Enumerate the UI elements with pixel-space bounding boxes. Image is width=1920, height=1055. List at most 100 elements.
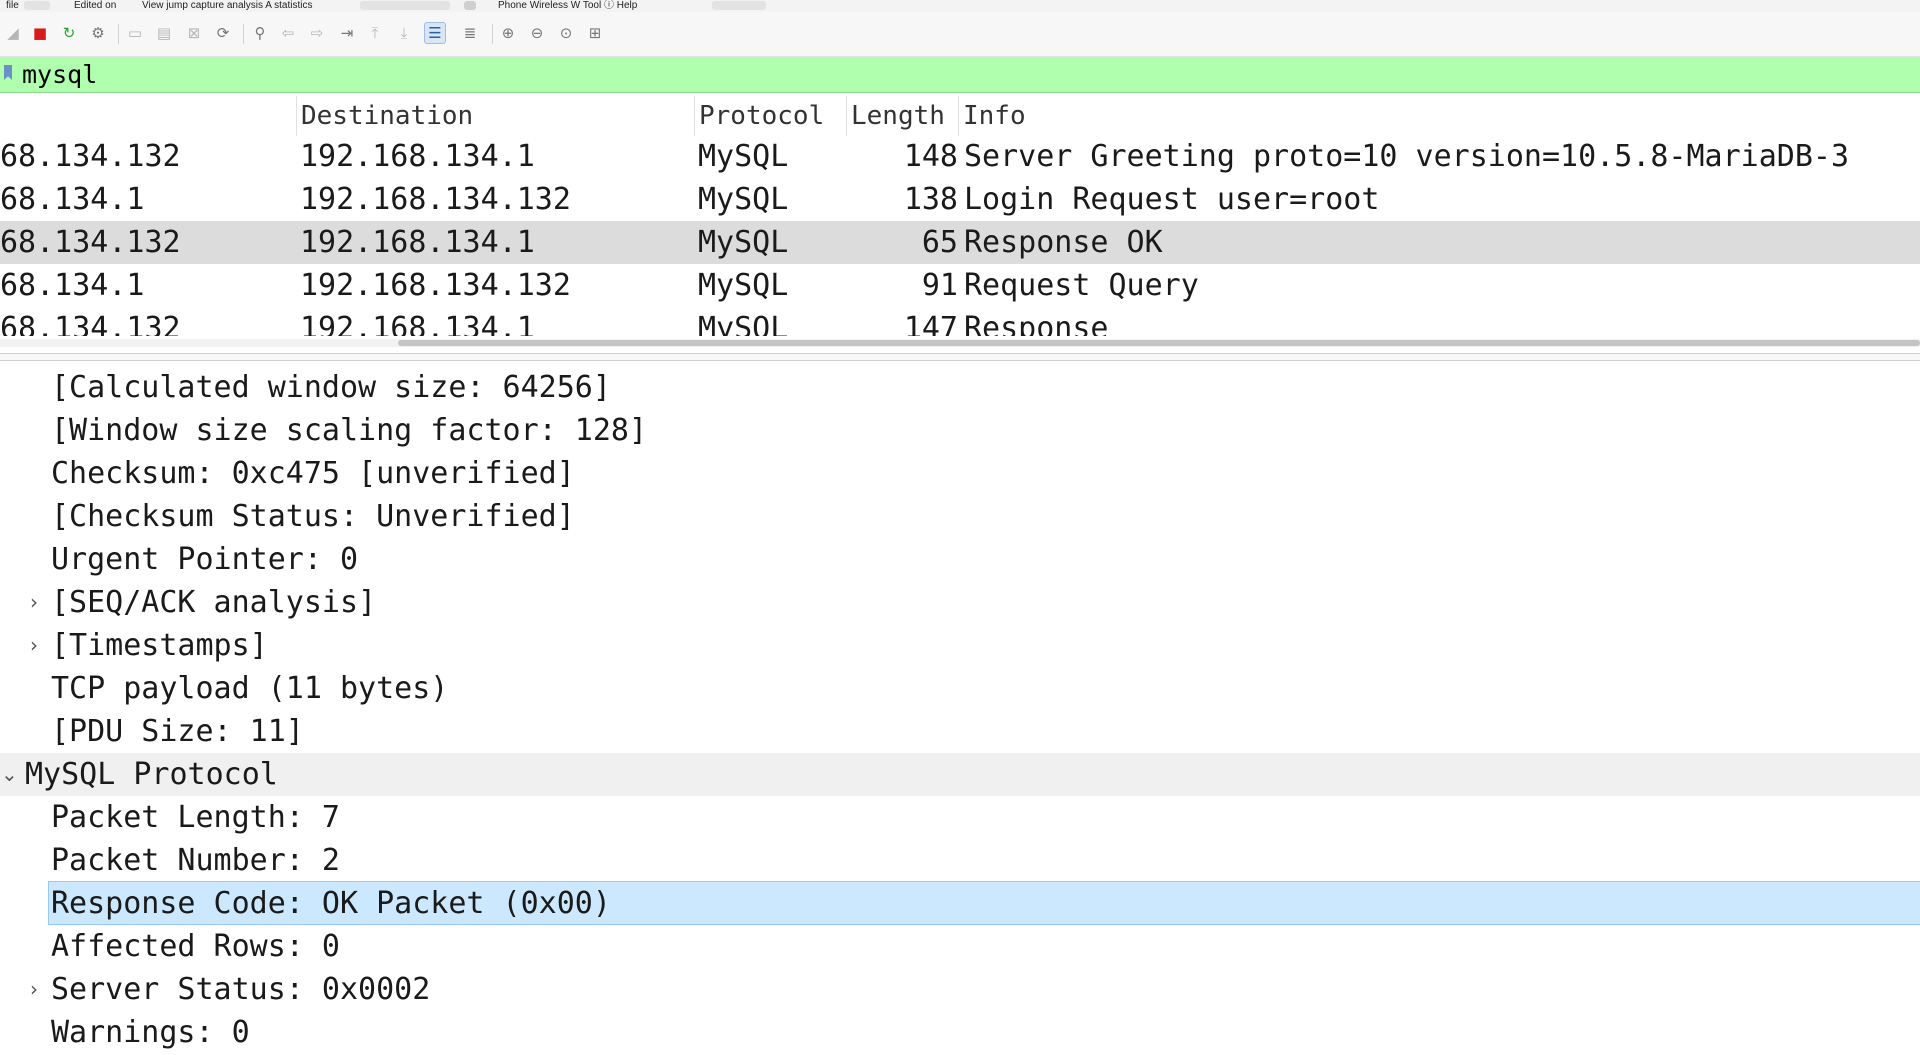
- close-file-icon[interactable]: ⊠: [183, 22, 205, 44]
- packet-source: 68.134.132: [0, 311, 181, 336]
- reload-icon[interactable]: ⟳: [212, 22, 234, 44]
- packet-row[interactable]: 68.134.1 192.168.134.132 MySQL 91 Reques…: [0, 264, 1920, 307]
- detail-row[interactable]: Packet Length: 7: [0, 796, 1920, 839]
- detail-row[interactable]: TCP payload (11 bytes): [0, 667, 1920, 710]
- zoom-reset-icon[interactable]: ⊙: [555, 22, 577, 44]
- go-to-packet-icon[interactable]: ⇥: [336, 22, 358, 44]
- go-forward-icon[interactable]: ⇨: [306, 22, 328, 44]
- autoscroll-icon[interactable]: ☰: [424, 22, 446, 44]
- packet-destination: 192.168.134.1: [300, 139, 535, 174]
- detail-text: Checksum: 0xc475 [unverified]: [51, 456, 575, 491]
- toolbar-separator: [118, 24, 119, 44]
- toolbar-separator: [243, 24, 244, 44]
- capture-options-icon[interactable]: ⚙: [87, 22, 109, 44]
- colorize-icon[interactable]: ≣: [459, 22, 481, 44]
- packet-info: Server Greeting proto=10 version=10.5.8-…: [964, 139, 1850, 174]
- packet-protocol: MySQL: [698, 268, 789, 303]
- packet-row[interactable]: 68.134.132 192.168.134.1 MySQL 147 Respo…: [0, 307, 1920, 336]
- packet-source: 68.134.1: [0, 182, 145, 217]
- detail-row[interactable]: [Calculated window size: 64256]: [0, 366, 1920, 409]
- packet-length: 147: [903, 311, 958, 336]
- packet-info: Response: [964, 311, 1109, 336]
- detail-row[interactable]: Affected Rows: 0: [0, 925, 1920, 968]
- detail-row[interactable]: [Window size scaling factor: 128]: [0, 409, 1920, 452]
- zoom-in-icon[interactable]: ⊕: [497, 22, 519, 44]
- packet-row[interactable]: 68.134.1 192.168.134.132 MySQL 138 Login…: [0, 178, 1920, 221]
- open-file-icon[interactable]: ▭: [124, 22, 146, 44]
- detail-row[interactable]: Urgent Pointer: 0: [0, 538, 1920, 581]
- packet-details-tree: [Calculated window size: 64256] [Window …: [0, 366, 1920, 1055]
- detail-text: Warnings: 0: [51, 1015, 250, 1050]
- detail-text: MySQL Protocol: [25, 757, 278, 792]
- packet-destination: 192.168.134.132: [300, 182, 571, 217]
- packet-protocol: MySQL: [698, 182, 789, 217]
- detail-row-mysql-protocol[interactable]: ⌄ MySQL Protocol: [0, 753, 1920, 796]
- packet-length: 91: [921, 268, 958, 303]
- detail-row-collapsible[interactable]: › Server Status: 0x0002: [0, 968, 1920, 1011]
- save-file-icon[interactable]: ▤: [153, 22, 175, 44]
- go-first-icon[interactable]: ⤒: [364, 22, 386, 44]
- expand-caret-icon[interactable]: ›: [27, 624, 41, 667]
- detail-row[interactable]: Packet Number: 2: [0, 839, 1920, 882]
- detail-row[interactable]: Checksum: 0xc475 [unverified]: [0, 452, 1920, 495]
- packet-source: 68.134.1: [0, 268, 145, 303]
- restart-capture-icon[interactable]: ↻: [58, 22, 80, 44]
- detail-text: Server Status: 0x0002: [51, 972, 431, 1007]
- zoom-out-icon[interactable]: ⊖: [526, 22, 548, 44]
- fin-icon[interactable]: ◢: [2, 22, 24, 44]
- detail-row-collapsible[interactable]: › [Timestamps]: [0, 624, 1920, 667]
- detail-row-selected[interactable]: Response Code: OK Packet (0x00): [0, 881, 1920, 925]
- detail-text: TCP payload (11 bytes): [51, 671, 449, 706]
- detail-row-collapsible[interactable]: › [SEQ/ACK analysis]: [0, 581, 1920, 624]
- pane-splitter[interactable]: [0, 353, 1920, 361]
- menu-edit[interactable]: Edited on: [74, 0, 116, 12]
- packet-source: 68.134.132: [0, 225, 181, 260]
- expand-caret-icon[interactable]: ›: [27, 968, 41, 1011]
- column-header-destination[interactable]: Destination: [296, 96, 694, 136]
- scrollbar-thumb[interactable]: [398, 340, 1920, 346]
- packet-length: 148: [903, 139, 958, 174]
- collapse-caret-icon[interactable]: ⌄: [1, 753, 18, 796]
- detail-text: Urgent Pointer: 0: [51, 542, 359, 577]
- detail-text: [Timestamps]: [51, 628, 268, 663]
- detail-text: Affected Rows: 0: [51, 929, 340, 964]
- toolbar-separator: [492, 24, 493, 44]
- packet-protocol: MySQL: [698, 139, 789, 174]
- packet-destination: 192.168.134.132: [300, 268, 571, 303]
- find-packet-icon[interactable]: ⚲: [249, 22, 271, 44]
- detail-row[interactable]: [PDU Size: 11]: [0, 710, 1920, 753]
- menu-telephony-wireless-tools-help[interactable]: Phone Wireless W Tool ⓘ Help: [498, 0, 637, 12]
- detail-text: Packet Number: 2: [51, 843, 340, 878]
- packet-row[interactable]: 68.134.132 192.168.134.1 MySQL 148 Serve…: [0, 135, 1920, 178]
- expand-caret-icon[interactable]: ›: [27, 581, 41, 624]
- menu-blurred-item: [24, 1, 50, 10]
- menu-file[interactable]: file: [6, 0, 19, 12]
- column-header-length[interactable]: Length: [846, 96, 958, 136]
- display-filter-input[interactable]: [22, 57, 1912, 92]
- detail-text: Response Code: OK Packet (0x00): [48, 881, 1920, 925]
- packet-length: 138: [903, 182, 958, 217]
- packet-list-horizontal-scrollbar[interactable]: [0, 339, 1920, 347]
- go-last-icon[interactable]: ⤓: [393, 22, 415, 44]
- packet-list: Destination Protocol Length Info 68.134.…: [0, 96, 1920, 336]
- menu-view-go-capture-analyze-statistics[interactable]: View jump capture analysis A statistics: [142, 0, 312, 12]
- column-header-protocol[interactable]: Protocol: [694, 96, 846, 136]
- main-toolbar: ◢ ■ ↻ ⚙ ▭ ▤ ⊠ ⟳ ⚲ ⇦ ⇨ ⇥ ⤒ ⤓ ☰ ≣ ⊕ ⊖ ⊙ ⊞: [0, 12, 1920, 57]
- go-back-icon[interactable]: ⇦: [277, 22, 299, 44]
- packet-length: 65: [921, 225, 958, 260]
- packet-protocol: MySQL: [698, 311, 789, 336]
- column-header-info[interactable]: Info: [958, 96, 1920, 136]
- packet-list-header: Destination Protocol Length Info: [0, 96, 1920, 136]
- detail-row[interactable]: Warnings: 0: [0, 1011, 1920, 1054]
- bookmark-icon[interactable]: [4, 65, 12, 80]
- detail-text: [Calculated window size: 64256]: [51, 370, 611, 405]
- detail-row[interactable]: [Checksum Status: Unverified]: [0, 495, 1920, 538]
- stop-capture-icon[interactable]: ■: [29, 22, 51, 44]
- packet-info: Request Query: [964, 268, 1199, 303]
- detail-text: [SEQ/ACK analysis]: [51, 585, 377, 620]
- detail-text: [PDU Size: 11]: [51, 714, 304, 749]
- resize-columns-icon[interactable]: ⊞: [584, 22, 606, 44]
- packet-row-selected[interactable]: 68.134.132 192.168.134.1 MySQL 65 Respon…: [0, 221, 1920, 264]
- detail-text: [Window size scaling factor: 128]: [51, 413, 648, 448]
- packet-info: Response OK: [964, 225, 1163, 260]
